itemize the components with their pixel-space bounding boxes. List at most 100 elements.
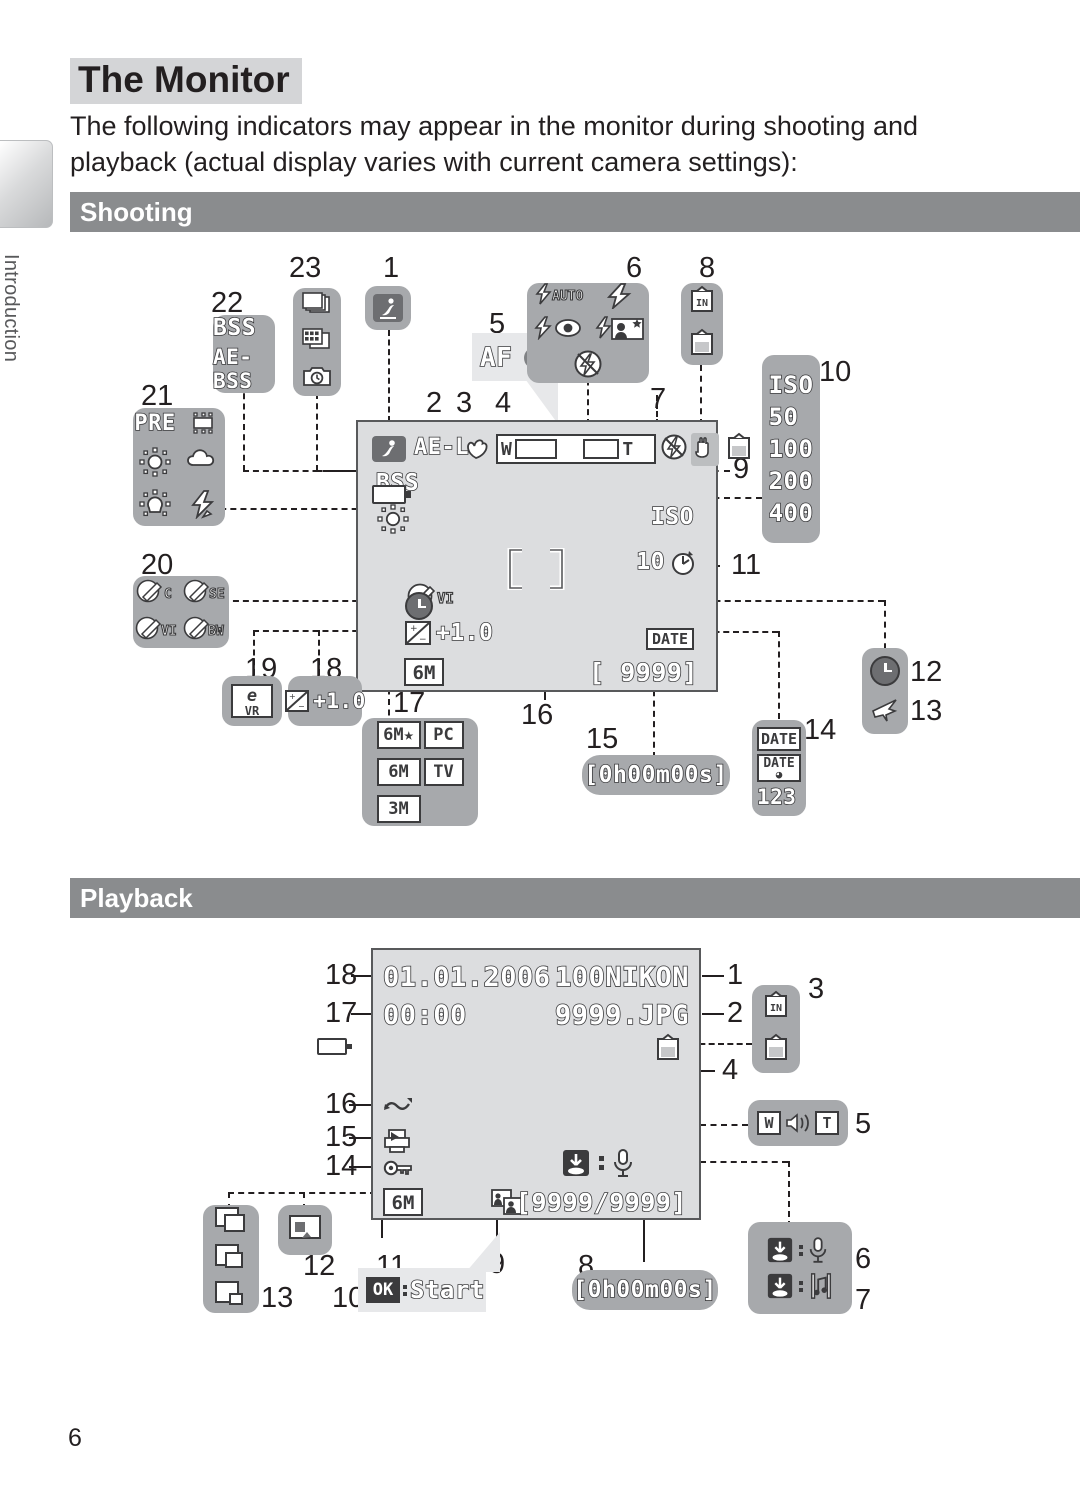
section-band-playback: Playback — [70, 878, 1080, 918]
pb-group-memory: IN — [752, 985, 800, 1073]
date-option-date: DATE — [757, 727, 801, 751]
pb-leader-1 — [702, 975, 724, 977]
svg-text:BW: BW — [208, 624, 224, 639]
leader-14v — [778, 631, 780, 719]
iso-400: 400 — [768, 498, 814, 528]
group-white-balance: PRE — [133, 408, 225, 526]
voice-record-row — [766, 1236, 834, 1264]
group-bss: BSS AE-BSS — [212, 314, 275, 394]
playback-frame-counter: [9999/9999] — [515, 1187, 687, 1218]
pb-movie-length-value: [0h00m00s] — [572, 1276, 717, 1304]
wb-flash-icon — [181, 489, 225, 524]
callout-number-10: 10 — [819, 356, 852, 388]
screen-clock-not-set-icon — [404, 592, 433, 620]
callout-number-6: 6 — [626, 252, 643, 284]
group-image-sizes: 6M★ PC 6M TV 3M — [362, 718, 478, 826]
screen-zoom-indicator: W T — [496, 434, 656, 464]
pb-leader-5 — [700, 1124, 748, 1126]
color-bw-icon: BW — [182, 615, 228, 646]
ok-button-label[interactable]: OK — [366, 1277, 400, 1303]
callout-number-22: 22 — [211, 287, 244, 319]
pb-number-1: 1 — [727, 959, 744, 991]
callout-number-15: 15 — [586, 723, 619, 755]
wb-preset-label: PRE — [134, 410, 176, 437]
playback-folder: 100NIKON — [554, 961, 689, 994]
flash-off-icon — [558, 349, 618, 384]
playback-card-icon — [655, 1032, 681, 1067]
pb-leader-11h — [228, 1192, 376, 1194]
screen-frames-remaining: [ 9999] — [588, 657, 698, 688]
pb-group-crop-copy — [203, 1205, 259, 1313]
iso-200: 200 — [768, 466, 814, 496]
chapter-side-label: Introduction — [0, 254, 22, 363]
screen-ae-lock: AE-L — [413, 434, 469, 461]
pb-number-4: 4 — [722, 1054, 739, 1086]
volume-indicator: W T — [757, 1111, 839, 1135]
wb-incandescent-icon — [133, 488, 177, 524]
pb-number-13: 13 — [261, 1282, 294, 1314]
airplane-icon — [870, 696, 900, 727]
pb-number-16: 16 — [325, 1088, 358, 1120]
bss-label: BSS — [212, 314, 257, 342]
page-number: 6 — [68, 1424, 82, 1452]
color-cyanotype-icon: C — [134, 578, 180, 609]
svg-text:−: − — [298, 702, 305, 711]
pb-callout-ok-tail — [466, 1232, 500, 1272]
intro-paragraph: The following indicators may appear in t… — [70, 111, 918, 178]
pb-number-12: 12 — [303, 1250, 336, 1282]
pb-internal-memory-icon: IN — [761, 990, 791, 1025]
callout-number-2: 2 — [426, 387, 443, 419]
svg-text:VI: VI — [161, 624, 177, 639]
screen-scene-mode-icon — [372, 436, 406, 462]
flash-slowsync-icon — [593, 316, 645, 347]
exposure-comp-icon: + − +1.0 — [284, 688, 366, 714]
playback-filename: 9999.JPG — [554, 999, 689, 1032]
section-band-shooting: Shooting — [70, 192, 1080, 232]
callout-number-14: 14 — [804, 714, 837, 746]
interval-timer-icon — [301, 363, 333, 394]
evr-icon: e VR — [231, 684, 273, 718]
svg-text:IN: IN — [770, 1003, 782, 1014]
flash-redeye-icon — [531, 316, 591, 347]
group-exposure-comp: + − +1.0 — [285, 676, 366, 726]
voice-play-row — [766, 1272, 834, 1300]
iso-label: ISO — [768, 370, 814, 400]
group-continuous-modes — [293, 288, 341, 396]
pb-group-voice — [748, 1222, 852, 1314]
playback-protect-key-icon — [383, 1158, 413, 1183]
playback-time: 00:00 — [382, 999, 467, 1032]
group-movie-length: [0h00m00s] — [582, 755, 730, 795]
leader-1 — [388, 330, 390, 422]
callout-number-16: 16 — [521, 699, 554, 731]
group-clock-travel — [862, 648, 908, 734]
screen-iso: ISO — [650, 503, 694, 531]
iso-50: 50 — [768, 402, 799, 432]
wb-sunny-icon — [133, 446, 177, 482]
callout-number-21: 21 — [141, 380, 174, 412]
crop-icon — [214, 1243, 248, 1276]
leader-23 — [316, 393, 318, 471]
memory-card-icon — [687, 328, 717, 363]
group-electronic-vr: e VR — [222, 676, 282, 726]
clock-icon — [870, 655, 900, 686]
playback-date: 01.01.2006 — [382, 961, 551, 994]
color-sepia-icon: SE — [182, 578, 228, 609]
screen-date-imprint: DATE — [646, 628, 694, 650]
playback-print-order-icon — [383, 1128, 411, 1159]
group-date-options: DATE DATE ◕ 123 — [752, 720, 806, 816]
speaker-icon — [786, 1113, 809, 1133]
svg-text:C: C — [164, 587, 172, 602]
ae-bss-label: AE-BSS — [212, 344, 253, 394]
date-option-date-time: DATE ◕ — [757, 754, 801, 782]
pb-number-3: 3 — [808, 973, 825, 1005]
screen-exposure-value: +1.0 — [435, 619, 494, 647]
color-vivid-icon: VI — [134, 615, 180, 646]
pb-number-15: 15 — [325, 1121, 358, 1153]
image-size-tv: TV — [423, 758, 464, 786]
playback-image-size: 6M — [383, 1188, 423, 1216]
internal-memory-icon: IN — [687, 285, 717, 320]
zoom-tele-label: T — [622, 438, 634, 460]
svg-text:IN: IN — [696, 298, 708, 309]
evr-e-glyph: e — [246, 686, 258, 706]
screen-white-balance-icon — [376, 504, 410, 539]
